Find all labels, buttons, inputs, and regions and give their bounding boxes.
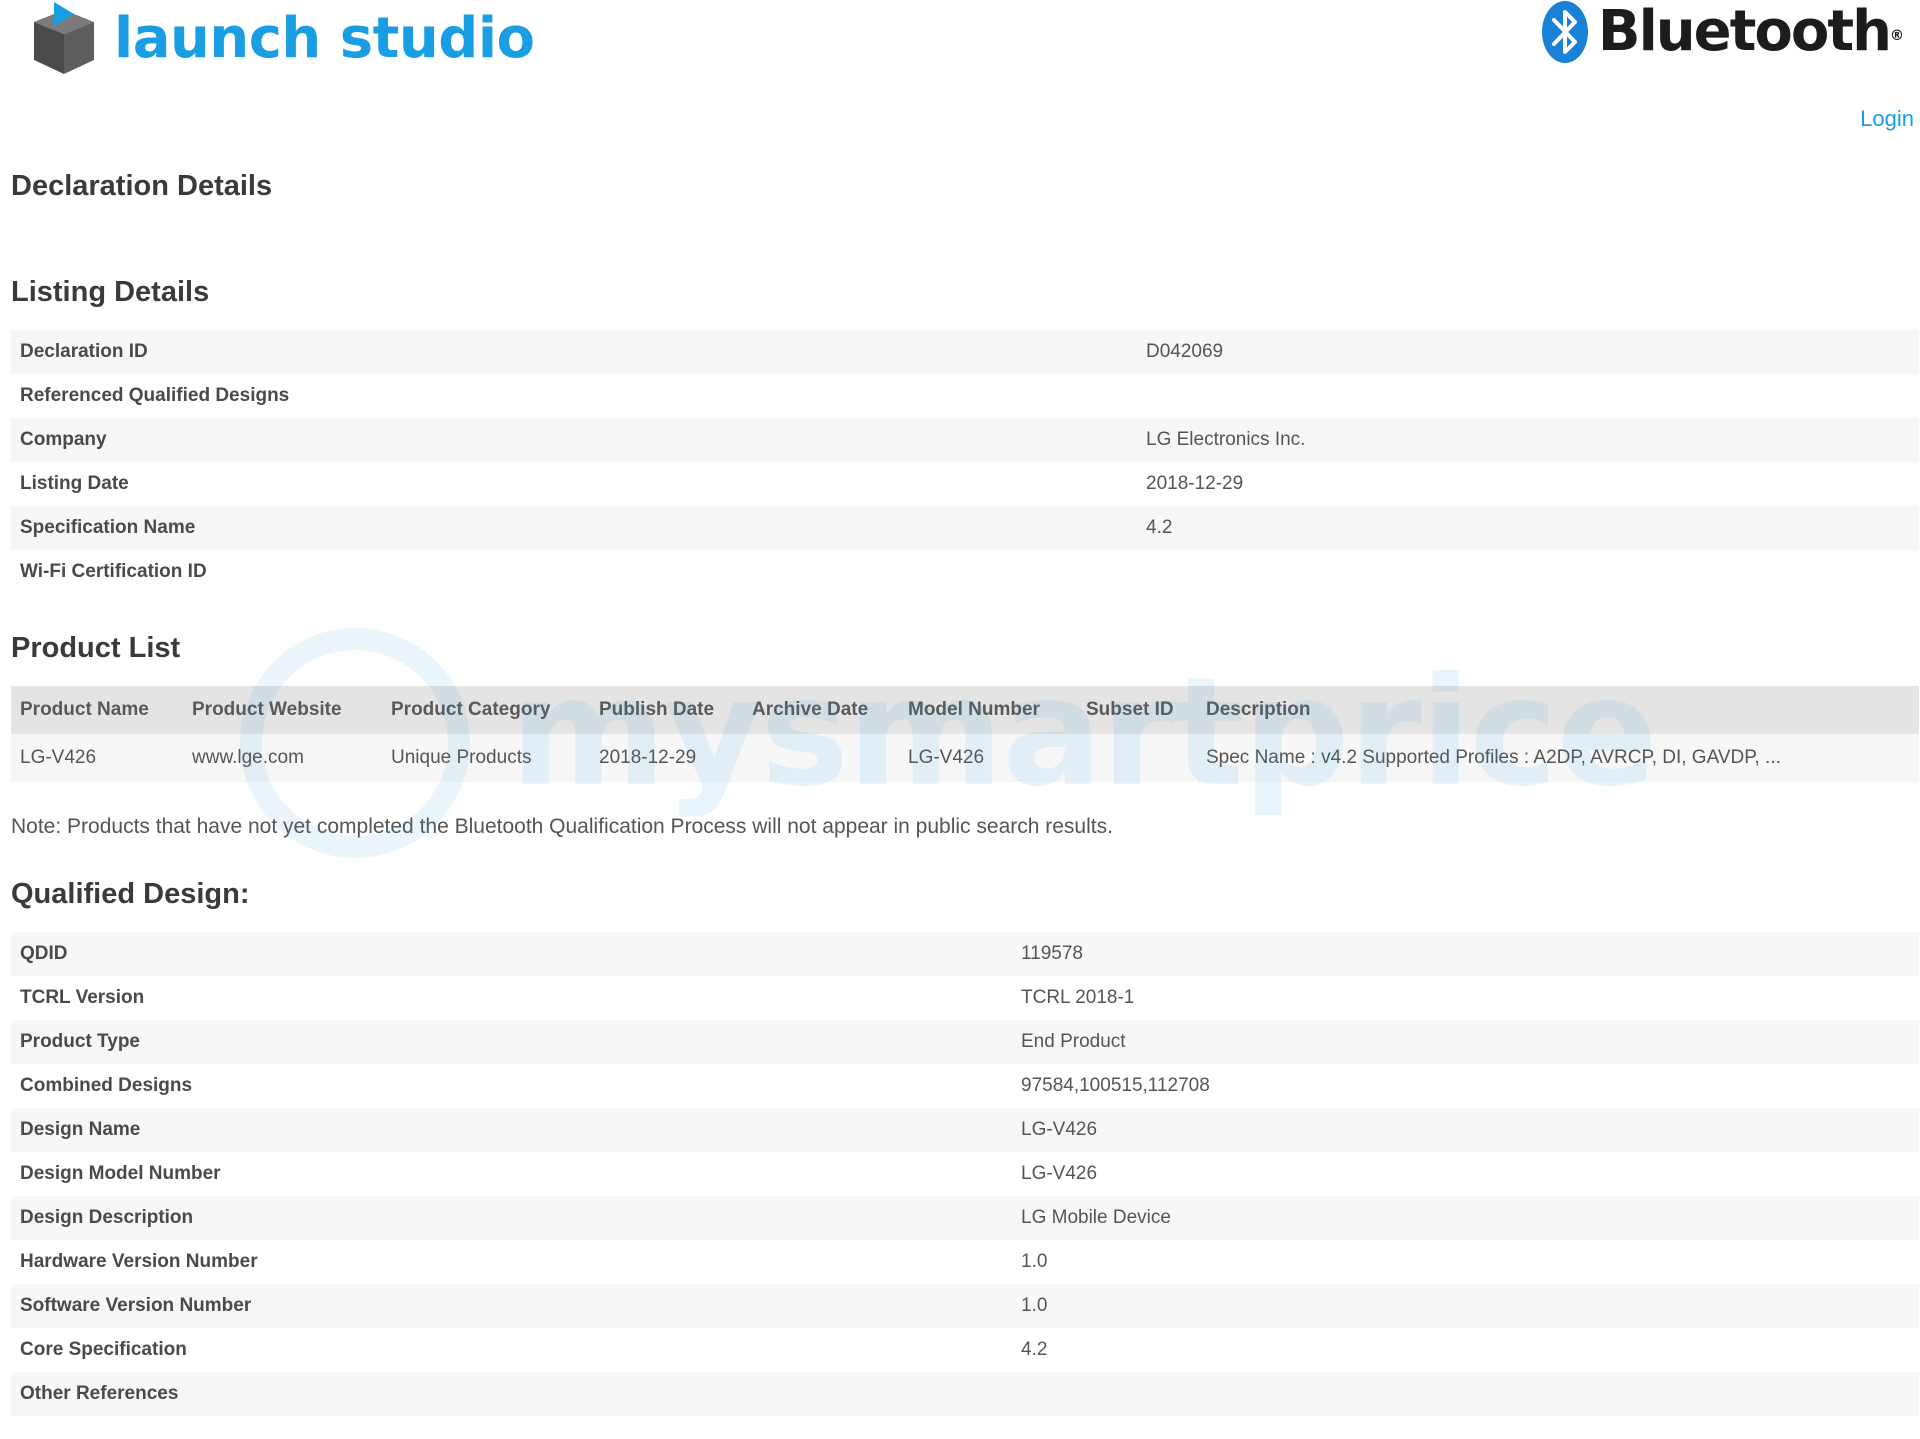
table-row: Wi-Fi Certification ID: [11, 550, 1919, 594]
table-cell: [1077, 734, 1197, 782]
row-label: TCRL Version: [20, 987, 145, 1008]
row-value: 4.2: [1021, 1339, 1048, 1360]
table-row: Declaration ID D042069: [11, 330, 1919, 374]
listing-details-heading: Listing Details: [11, 276, 210, 308]
qualification-note: Note: Products that have not yet complet…: [11, 815, 1113, 838]
row-label: Wi-Fi Certification ID: [20, 561, 207, 582]
table-row: Referenced Qualified Designs: [11, 374, 1919, 418]
page-title: Declaration Details: [11, 170, 273, 202]
cube-logo-icon: [34, 2, 94, 74]
bluetooth-wordmark: Bluetooth: [1597, 0, 1892, 64]
row-label: Specification Name: [20, 517, 196, 538]
brand-name: launch studio: [114, 6, 535, 71]
column-header[interactable]: Product Website: [183, 686, 382, 734]
row-value: 1.0: [1021, 1295, 1048, 1316]
table-row: Design Description LG Mobile Device: [11, 1196, 1919, 1240]
table-row: Product Type End Product: [11, 1020, 1919, 1064]
row-label: Software Version Number: [20, 1295, 252, 1316]
table-row: Design Model Number LG-V426: [11, 1152, 1919, 1196]
row-value: 119578: [1021, 943, 1083, 964]
row-label: Design Model Number: [20, 1163, 221, 1184]
column-header[interactable]: Archive Date: [743, 686, 899, 734]
table-cell: LG-V426: [20, 747, 97, 768]
column-header[interactable]: Product Category: [382, 686, 590, 734]
bluetooth-rune-icon: [1541, 1, 1588, 63]
column-header[interactable]: Model Number: [899, 686, 1077, 734]
row-label: Combined Designs: [20, 1075, 193, 1096]
row-label: Design Name: [20, 1119, 141, 1140]
row-value: LG-V426: [1021, 1119, 1098, 1140]
column-header[interactable]: Subset ID: [1077, 686, 1197, 734]
row-label: QDID: [20, 943, 68, 964]
table-row: Listing Date 2018-12-29: [11, 462, 1919, 506]
row-value: [1137, 374, 1919, 418]
product-row[interactable]: LG-V426 www.lge.com Unique Products 2018-12…: [11, 734, 1919, 782]
listing-details-table: Declaration ID D042069 Referenced Qualifie…: [11, 330, 1919, 594]
launch-studio-logo[interactable]: launch studio: [24, 0, 535, 78]
table-cell: Unique Products: [391, 747, 532, 768]
row-label: Core Specification: [20, 1339, 187, 1360]
product-list-table: Product Name Product Website Product Categ…: [11, 686, 1919, 782]
table-row: Other References: [11, 1372, 1919, 1416]
row-label: Product Type: [20, 1031, 140, 1052]
product-website-link[interactable]: www.lge.com: [183, 734, 382, 782]
table-row: Company LG Electronics Inc.: [11, 418, 1919, 462]
row-value: [1012, 1372, 1919, 1416]
table-cell: Spec Name : v4.2 Supported Profiles : A2…: [1206, 747, 1781, 768]
table-cell: 2018-12-29: [599, 747, 697, 768]
qualified-design-heading: Qualified Design:: [11, 878, 250, 910]
row-value: End Product: [1021, 1031, 1126, 1052]
row-label: Other References: [20, 1383, 179, 1404]
column-header[interactable]: Description: [1197, 686, 1919, 734]
table-row: Hardware Version Number 1.0: [11, 1240, 1919, 1284]
row-value: LG-V426: [1021, 1163, 1098, 1184]
row-value: 97584,100515,112708: [1021, 1075, 1210, 1096]
row-label: Listing Date: [20, 473, 129, 494]
table-row: Combined Designs 97584,100515,112708: [11, 1064, 1919, 1108]
row-value: TCRL 2018-1: [1021, 987, 1135, 1008]
bluetooth-logo: Bluetooth®: [1540, 0, 1904, 64]
login-link[interactable]: Login: [1860, 106, 1914, 132]
column-header[interactable]: Publish Date: [590, 686, 743, 734]
registered-mark: ®: [1890, 28, 1904, 44]
table-row: Core Specification 4.2: [11, 1328, 1919, 1372]
product-list-heading: Product List: [11, 632, 181, 664]
row-value: 4.2: [1146, 517, 1173, 538]
qualified-design-table: QDID 119578 TCRL Version TCRL 2018-1 Product…: [11, 932, 1919, 1416]
row-label: Company: [20, 429, 107, 450]
table-cell: LG-V426: [908, 747, 985, 768]
table-row: Software Version Number 1.0: [11, 1284, 1919, 1328]
row-label: Design Description: [20, 1207, 194, 1228]
column-header[interactable]: Product Name: [11, 686, 183, 734]
row-label: Referenced Qualified Designs: [20, 385, 290, 406]
row-value: D042069: [1146, 341, 1224, 362]
row-label: Hardware Version Number: [20, 1251, 258, 1272]
table-cell: [743, 734, 899, 782]
row-value: 2018-12-29: [1146, 473, 1244, 494]
row-label: Declaration ID: [20, 341, 148, 362]
row-value: LG Mobile Device: [1021, 1207, 1171, 1228]
table-row: TCRL Version TCRL 2018-1: [11, 976, 1919, 1020]
table-row: Specification Name 4.2: [11, 506, 1919, 550]
table-row: QDID 119578: [11, 932, 1919, 976]
row-value: [1137, 550, 1919, 594]
row-value: 1.0: [1021, 1251, 1048, 1272]
table-row: Design Name LG-V426: [11, 1108, 1919, 1152]
row-value: LG Electronics Inc.: [1146, 429, 1306, 450]
